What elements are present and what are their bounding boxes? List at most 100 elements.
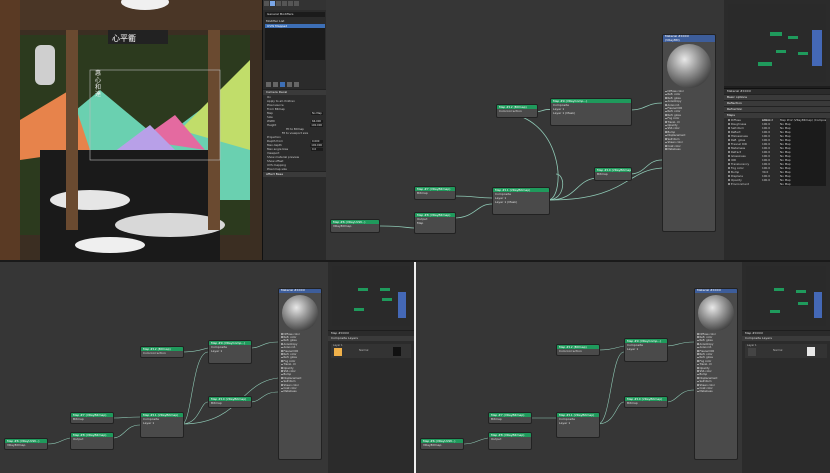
command-tabs — [263, 0, 327, 10]
modifier-list[interactable]: UVW Mapped — [265, 24, 325, 60]
material-preview — [667, 44, 711, 88]
map-checkbox-icon[interactable] — [728, 179, 730, 181]
layer-blend-mode[interactable]: Normal — [773, 349, 782, 352]
graph-node[interactable]: Map #7 (VRayBitmap) Bitmap — [414, 186, 456, 200]
navigator-node — [774, 288, 784, 291]
graph-node[interactable]: Map #6 (VRayUVW...) VRayBitmap — [420, 438, 464, 450]
layer-color-swatch[interactable] — [748, 348, 756, 356]
material-params-panel: Material #XXXX Basic options Reflection … — [724, 88, 830, 261]
navigator-node — [758, 62, 772, 66]
navigator-bottom-left[interactable] — [328, 262, 414, 330]
make-unique-icon[interactable] — [280, 82, 285, 87]
node-graph-top[interactable]: Map #12 (Bitmap) Colorcorrection Map #9 (… — [326, 0, 724, 260]
map-checkbox-icon[interactable] — [728, 135, 730, 137]
stack-toolbar — [266, 82, 324, 87]
material-slot[interactable]: Metalness — [695, 390, 737, 393]
map-row[interactable]: Environment No Map — [724, 182, 830, 186]
navigator-material — [814, 292, 822, 318]
layer-row[interactable]: Layer 1 Normal — [331, 344, 411, 358]
graph-node[interactable]: Map #7 (VRayBitmap) Bitmap — [70, 412, 114, 424]
layer-mask-swatch[interactable] — [393, 347, 401, 356]
material-node[interactable]: Material #XXXX Diffuse color Refl. color R… — [694, 288, 738, 460]
map-checkbox-icon[interactable] — [728, 127, 730, 129]
show-end-result-icon[interactable] — [273, 82, 278, 87]
utilities-tab-icon[interactable] — [294, 1, 299, 6]
navigator-node — [798, 52, 808, 55]
navigator-node — [788, 36, 798, 39]
map-checkbox-icon[interactable] — [728, 171, 730, 173]
graph-node[interactable]: Map #10 (VRayBitmap) Bitmap — [208, 396, 252, 408]
layer-label: Layer 1 — [747, 344, 757, 347]
graph-node[interactable]: Map #8 (VRayBitmap) Output — [488, 432, 532, 450]
map-checkbox-icon[interactable] — [728, 175, 730, 177]
map-checkbox-icon[interactable] — [728, 155, 730, 157]
map-checkbox-icon[interactable] — [728, 143, 730, 145]
graph-node[interactable]: Map #9 (VRayComp...) Composite Layer 1 — [208, 340, 252, 364]
command-panel: General Modifiers Modifier List UVW Mapp… — [262, 0, 327, 260]
map-checkbox-icon[interactable] — [728, 147, 730, 149]
hierarchy-tab-icon[interactable] — [276, 1, 281, 6]
map-checkbox-icon[interactable] — [728, 183, 730, 185]
navigator-bottom-right[interactable] — [742, 262, 830, 330]
navigator-node — [770, 310, 780, 313]
material-preview — [282, 294, 318, 331]
graph-node[interactable]: Map #8 (VRayBitmap) Output Map — [414, 212, 456, 234]
layer-mask-swatch[interactable] — [807, 347, 815, 356]
graph-node[interactable]: Map #12 (Bitmap) Colorcorrection — [496, 104, 538, 118]
navigator-node — [796, 290, 806, 293]
modify-tab-icon[interactable] — [270, 1, 275, 6]
material-node[interactable]: Material #XXXX Diffuse color Refl. color R… — [278, 288, 322, 460]
modifier-dropdown[interactable]: General Modifiers — [265, 12, 325, 17]
map-slot-button[interactable]: No Map — [780, 182, 826, 186]
map-checkbox-icon[interactable] — [728, 119, 730, 121]
graph-node[interactable]: Map #6 (VRayUVW...) VRayBitmap — [4, 438, 48, 450]
navigator-top[interactable] — [724, 0, 830, 86]
navigator-view — [332, 266, 410, 326]
create-tab-icon[interactable] — [264, 1, 269, 6]
map-checkbox-icon[interactable] — [728, 139, 730, 141]
pixel-map-size-checkbox[interactable]: Pixel map size — [263, 167, 327, 171]
graph-node[interactable]: Map #9 (VRayComp...) Composite Layer 1 — [624, 338, 668, 362]
layer-color-swatch[interactable] — [334, 348, 342, 356]
pin-stack-icon[interactable] — [266, 82, 271, 87]
layer-label: Layer 1 — [333, 344, 343, 347]
graph-node[interactable]: Map #9 (VRayComp...) Composite Layer 1 Laye… — [550, 98, 632, 126]
graph-node[interactable]: Map #6 (VRayUVW...) VRayBitmap — [330, 219, 380, 233]
node-graph-bottom-left[interactable]: Map #12 (Bitmap) Colorcorrection Map #9 (… — [0, 262, 328, 473]
graph-node[interactable]: Map #12 (Bitmap) Colorcorrection — [140, 346, 184, 358]
graph-node[interactable]: Map #7 (VRayBitmap) Bitmap — [488, 412, 532, 424]
configure-sets-icon[interactable] — [294, 82, 299, 87]
material-slot[interactable]: Metalness — [663, 148, 715, 151]
graph-node[interactable]: Map #8 (VRayBitmap) Output — [70, 432, 114, 450]
modifier-list-item[interactable]: UVW Mapped — [265, 24, 325, 28]
map-checkbox-icon[interactable] — [728, 167, 730, 169]
graph-node[interactable]: Map #12 (Bitmap) Colorcorrection — [556, 344, 600, 356]
graph-node[interactable]: Map #11 (VRayBitmap) Composite Layer 1 — [556, 412, 600, 438]
map-checkbox-icon[interactable] — [728, 151, 730, 153]
graph-node[interactable]: Map #11 (VRayBitmap) Composite Layer 1 — [140, 412, 184, 438]
graph-node[interactable]: Map #10 (VRayBitmap) Bitmap — [594, 167, 632, 181]
viewport-sign-text: 心平衢 — [112, 34, 136, 43]
layer-row[interactable]: Layer 1 Normal — [745, 344, 827, 358]
map-checkbox-icon[interactable] — [728, 123, 730, 125]
layer-panel-right: Map #XXXX Composite Layers Layer 1 Norma… — [742, 331, 830, 473]
node-graph-bottom-right[interactable]: Map #12 (Bitmap) Colorcorrection Map #9 (… — [416, 262, 742, 473]
remove-modifier-icon[interactable] — [287, 82, 292, 87]
map-checkbox-icon[interactable] — [728, 163, 730, 165]
layer-panel-left: Map #XXXX Composite Layers Layer 1 Norma… — [328, 331, 414, 473]
affect-base-section[interactable]: Affect Base — [263, 171, 327, 177]
graph-node[interactable]: Map #11 (VRayBitmap) Composite Layer 1 Laye… — [492, 187, 550, 215]
material-slot[interactable]: Metalness — [279, 390, 321, 393]
navigator-view — [746, 266, 826, 326]
map-checkbox-icon[interactable] — [728, 159, 730, 161]
navigator-node — [770, 32, 782, 36]
motion-tab-icon[interactable] — [282, 1, 287, 6]
viewport-3d[interactable]: 心平衢 惠心和達 — [0, 0, 262, 260]
map-name: Environment — [731, 182, 749, 186]
material-node[interactable]: Material #XXXX (VRayMtl) Diffuse color Re… — [662, 34, 716, 232]
navigator-node — [798, 302, 808, 305]
display-tab-icon[interactable] — [288, 1, 293, 6]
map-checkbox-icon[interactable] — [728, 131, 730, 133]
layer-blend-mode[interactable]: Normal — [359, 349, 368, 352]
graph-node[interactable]: Map #10 (VRayBitmap) Bitmap — [624, 396, 668, 408]
